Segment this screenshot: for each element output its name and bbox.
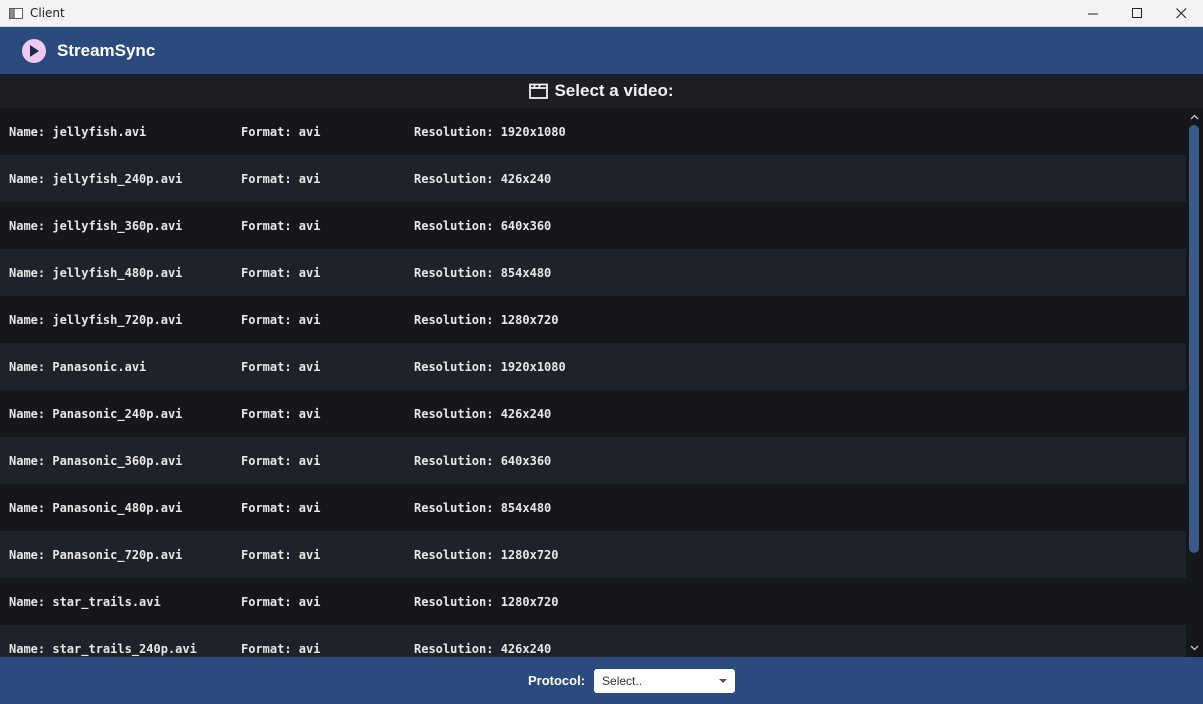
video-resolution: Resolution: 1920x1080 xyxy=(414,359,566,374)
video-resolution: Resolution: 426x240 xyxy=(414,171,552,186)
scroll-down-button[interactable] xyxy=(1186,641,1203,655)
video-name: Name: jellyfish_360p.avi xyxy=(9,218,183,233)
video-name: Name: Panasonic_480p.avi xyxy=(9,500,183,515)
video-format: Format: avi xyxy=(241,547,321,562)
minimize-icon xyxy=(1087,13,1098,15)
video-resolution: Resolution: 426x240 xyxy=(414,406,552,421)
video-format: Format: avi xyxy=(241,218,321,233)
chevron-down-icon xyxy=(719,678,728,683)
video-format: Format: avi xyxy=(241,406,321,421)
maximize-icon xyxy=(1131,8,1142,18)
chevron-up-icon xyxy=(1190,114,1199,120)
video-name: Name: Panasonic.avi xyxy=(9,359,147,374)
scroll-up-button[interactable] xyxy=(1186,110,1203,124)
app-footer: Protocol: Select.. xyxy=(0,657,1203,704)
window-titlebar[interactable]: Client xyxy=(0,0,1203,27)
video-name: Name: jellyfish.avi xyxy=(9,124,147,139)
video-resolution: Resolution: 1280x720 xyxy=(414,594,559,609)
video-format: Format: avi xyxy=(241,171,321,186)
protocol-label: Protocol: xyxy=(527,673,586,688)
window-controls xyxy=(1071,0,1203,27)
video-list-item[interactable]: Name: Panasonic_240p.avi Format: avi Res… xyxy=(0,390,1186,437)
video-resolution: Resolution: 1280x720 xyxy=(414,547,559,562)
video-list-item[interactable]: Name: jellyfish_360p.avi Format: avi Res… xyxy=(0,202,1186,249)
video-list-item[interactable]: Name: star_trails_240p.avi Format: avi R… xyxy=(0,625,1186,657)
video-format: Format: avi xyxy=(241,359,321,374)
video-format: Format: avi xyxy=(241,500,321,515)
video-name: Name: Panasonic_720p.avi xyxy=(9,547,183,562)
video-resolution: Resolution: 1280x720 xyxy=(414,312,559,327)
video-resolution: Resolution: 1920x1080 xyxy=(414,124,566,139)
scroll-thumb[interactable] xyxy=(1189,125,1199,553)
video-name: Name: jellyfish_480p.avi xyxy=(9,265,183,280)
video-list-item[interactable]: Name: star_trails.avi Format: avi Resolu… xyxy=(0,578,1186,625)
video-format: Format: avi xyxy=(241,124,321,139)
video-resolution: Resolution: 854x480 xyxy=(414,500,552,515)
video-list-item[interactable]: Name: Panasonic_480p.avi Format: avi Res… xyxy=(0,484,1186,531)
video-format: Format: avi xyxy=(241,594,321,609)
minimize-button[interactable] xyxy=(1071,0,1115,27)
video-list-item[interactable]: Name: Panasonic.avi Format: avi Resoluti… xyxy=(0,343,1186,390)
video-list-item[interactable]: Name: jellyfish.avi Format: avi Resoluti… xyxy=(0,108,1186,155)
protocol-select[interactable]: Select.. xyxy=(594,668,736,693)
video-list[interactable]: Name: jellyfish.avi Format: avi Resoluti… xyxy=(0,108,1186,657)
video-name: Name: star_trails_240p.avi xyxy=(9,641,197,656)
video-resolution: Resolution: 426x240 xyxy=(414,641,552,656)
video-format: Format: avi xyxy=(241,312,321,327)
app-header: StreamSync xyxy=(0,27,1203,74)
video-resolution: Resolution: 854x480 xyxy=(414,265,552,280)
close-icon xyxy=(1175,8,1186,19)
video-list-item[interactable]: Name: Panasonic_720p.avi Format: avi Res… xyxy=(0,531,1186,578)
video-name: Name: jellyfish_240p.avi xyxy=(9,171,183,186)
video-name: Name: jellyfish_720p.avi xyxy=(9,312,183,327)
brand-name: StreamSync xyxy=(57,40,156,60)
video-format: Format: avi xyxy=(241,641,321,656)
video-format: Format: avi xyxy=(241,265,321,280)
video-resolution: Resolution: 640x360 xyxy=(414,218,552,233)
video-list-item[interactable]: Name: jellyfish_240p.avi Format: avi Res… xyxy=(0,155,1186,202)
chevron-down-icon xyxy=(1190,645,1199,651)
video-list-item[interactable]: Name: Panasonic_360p.avi Format: avi Res… xyxy=(0,437,1186,484)
section-heading-text: Select a video: xyxy=(554,81,674,100)
list-scrollbar[interactable] xyxy=(1186,108,1203,657)
video-name: Name: star_trails.avi xyxy=(9,594,161,609)
window-title: Client xyxy=(30,6,65,20)
video-format: Format: avi xyxy=(241,453,321,468)
play-circle-icon xyxy=(22,38,46,63)
protocol-select-value: Select.. xyxy=(602,673,643,688)
close-button[interactable] xyxy=(1159,0,1203,27)
maximize-button[interactable] xyxy=(1115,0,1159,27)
section-heading: Select a video: xyxy=(0,74,1203,108)
video-name: Name: Panasonic_240p.avi xyxy=(9,406,183,421)
video-list-item[interactable]: Name: jellyfish_720p.avi Format: avi Res… xyxy=(0,296,1186,343)
clapperboard-icon xyxy=(529,83,549,99)
window-app-icon xyxy=(9,7,23,19)
video-resolution: Resolution: 640x360 xyxy=(414,453,552,468)
video-name: Name: Panasonic_360p.avi xyxy=(9,453,183,468)
video-list-item[interactable]: Name: jellyfish_480p.avi Format: avi Res… xyxy=(0,249,1186,296)
